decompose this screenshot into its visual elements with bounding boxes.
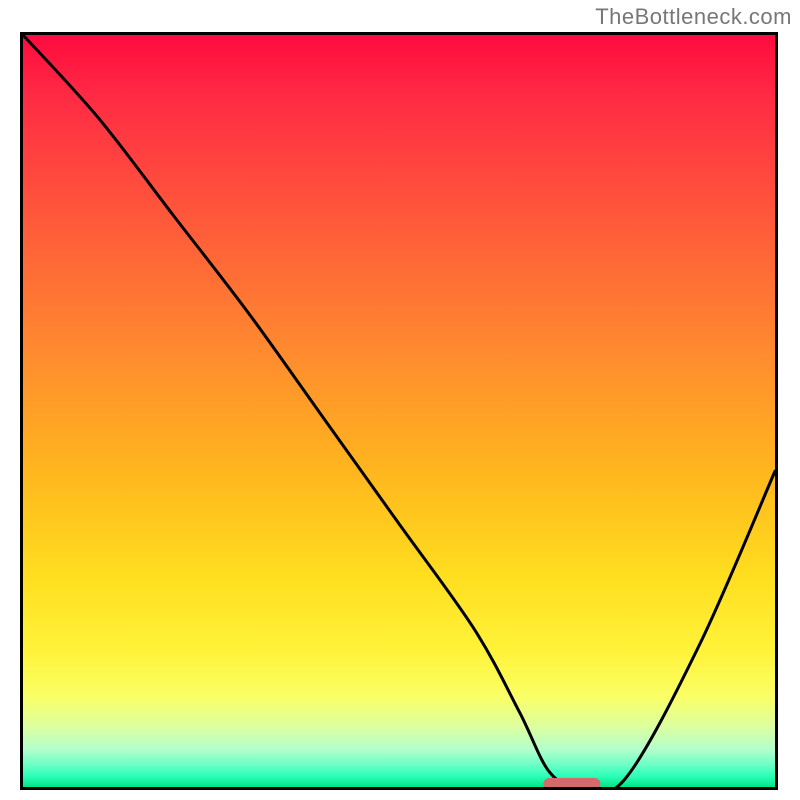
attribution-text: TheBottleneck.com — [595, 4, 792, 30]
stage: TheBottleneck.com — [0, 0, 800, 800]
chart-svg — [23, 35, 775, 787]
chart-area — [20, 32, 778, 790]
bottleneck-curve — [23, 35, 775, 787]
